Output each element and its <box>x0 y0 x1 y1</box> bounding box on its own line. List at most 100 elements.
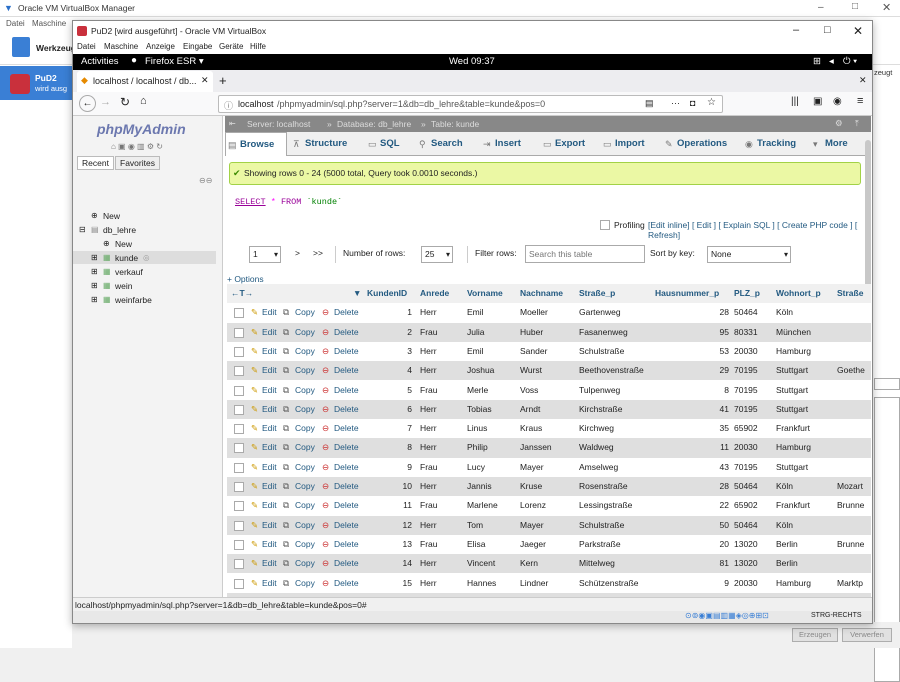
table-cell[interactable]: 95 <box>665 323 729 342</box>
table-cell[interactable]: 9 <box>665 574 729 593</box>
table-cell[interactable]: Kirchstraße <box>579 400 622 419</box>
power-icon[interactable]: ⏻ ▾ <box>843 56 857 67</box>
table-cell[interactable]: 10 <box>377 477 412 496</box>
row-checkbox[interactable] <box>234 327 244 338</box>
recent-tab[interactable]: Recent <box>77 156 114 170</box>
table-cell[interactable]: Lucy <box>467 458 485 477</box>
delete-link[interactable]: Delete <box>334 400 359 419</box>
table-cell[interactable]: Parkstraße <box>579 535 621 554</box>
pocket-icon[interactable]: ◘ <box>690 98 695 108</box>
column-header[interactable]: KundenID <box>367 284 407 303</box>
table-cell[interactable]: Stuttgart <box>776 400 808 419</box>
expand-icon[interactable]: ⊞ <box>91 281 98 290</box>
table-cell[interactable]: Marlene <box>467 496 498 515</box>
table-cell[interactable]: Herr <box>420 400 437 419</box>
table-cell[interactable]: Berlin <box>776 554 798 573</box>
table-cell[interactable]: 15 <box>377 574 412 593</box>
table-cell[interactable]: Rosenstraße <box>579 477 628 496</box>
table-cell[interactable]: Jaeger <box>520 535 546 554</box>
row-checkbox[interactable] <box>234 385 244 396</box>
close-tab-icon[interactable]: ✕ <box>201 75 209 86</box>
table-cell[interactable]: Köln <box>776 303 793 322</box>
table-cell[interactable]: Lessingstraße <box>579 496 632 515</box>
row-checkbox[interactable] <box>234 520 244 531</box>
rows-select[interactable]: 25 <box>421 246 453 263</box>
table-cell[interactable]: 50464 <box>734 516 758 535</box>
table-cell[interactable]: Lindner <box>520 574 548 593</box>
table-cell[interactable]: Kruse <box>520 477 542 496</box>
column-header[interactable]: Straße <box>837 284 863 303</box>
table-cell[interactable]: Mayer <box>520 458 544 477</box>
table-cell[interactable]: Brunne <box>837 535 864 554</box>
next-page-button[interactable]: > <box>295 248 300 258</box>
table-cell[interactable]: Hamburg <box>776 438 811 457</box>
column-header[interactable]: Wohnort_p <box>776 284 821 303</box>
table-cell[interactable]: Herr <box>420 554 437 573</box>
table-cell[interactable]: Berlin <box>776 535 798 554</box>
minimize-icon[interactable]: – <box>818 2 824 13</box>
table-cell[interactable]: Schützenstraße <box>579 574 639 593</box>
edit-link[interactable]: Edit <box>262 516 277 535</box>
page-actions-icon[interactable]: ··· <box>671 98 680 108</box>
table-cell[interactable]: Tom <box>467 516 483 535</box>
table-cell[interactable]: Huber <box>520 323 543 342</box>
expand-icon[interactable]: ⊞ <box>91 295 98 304</box>
tab-import[interactable]: ▭ Import <box>601 132 645 156</box>
copy-link[interactable]: Copy <box>295 554 315 573</box>
table-cell[interactable]: Frau <box>420 496 437 515</box>
vm-menu-maschine[interactable]: Maschine <box>104 42 138 51</box>
copy-link[interactable]: Copy <box>295 342 315 361</box>
table-cell[interactable]: Vincent <box>467 554 495 573</box>
vm-menu-eingabe[interactable]: Eingabe <box>183 42 212 51</box>
settings-gear-icon[interactable]: ⚙ <box>835 118 843 129</box>
table-cell[interactable]: Kern <box>520 554 538 573</box>
tab-search[interactable]: ⚲ Search <box>417 132 463 156</box>
pma-home-icons[interactable]: ⌂ ▣ ◉ ▥ ⚙ ↻ <box>111 142 163 151</box>
edit-link[interactable]: Edit <box>262 574 277 593</box>
tools-label[interactable]: Werkzeug <box>36 43 76 53</box>
table-cell[interactable]: Goethe <box>837 361 865 380</box>
table-cell[interactable]: Sander <box>520 342 547 361</box>
table-cell[interactable]: 28 <box>665 303 729 322</box>
table-cell[interactable]: 50 <box>665 516 729 535</box>
delete-link[interactable]: Delete <box>334 438 359 457</box>
last-page-button[interactable]: >> <box>313 248 323 258</box>
view-icon[interactable]: ◎ <box>143 253 150 262</box>
edit-link[interactable]: Edit <box>262 361 277 380</box>
query-links[interactable]: [Edit inline] [ Edit ] [ Explain SQL ] [… <box>648 220 865 240</box>
table-cell[interactable]: Waldweg <box>579 438 614 457</box>
table-cell[interactable]: Herr <box>420 477 437 496</box>
maximize-icon[interactable]: □ <box>852 1 858 12</box>
table-cell[interactable]: 1 <box>377 303 412 322</box>
edit-link[interactable]: Edit <box>262 438 277 457</box>
tree-new-table[interactable]: New <box>115 239 132 249</box>
tab-tracking[interactable]: ◉ Tracking <box>743 132 796 156</box>
table-cell[interactable]: 81 <box>665 554 729 573</box>
table-cell[interactable]: 70195 <box>734 400 758 419</box>
edit-link[interactable]: Edit <box>262 419 277 438</box>
close-icon[interactable]: ✕ <box>853 24 863 38</box>
table-cell[interactable]: Elisa <box>467 535 485 554</box>
table-cell[interactable]: Mittelweg <box>579 554 615 573</box>
delete-link[interactable]: Delete <box>334 496 359 515</box>
breadcrumb-database[interactable]: Database: db_lehre <box>337 119 411 129</box>
delete-link[interactable]: Delete <box>334 516 359 535</box>
row-checkbox[interactable] <box>234 424 244 435</box>
edit-link[interactable]: Edit <box>262 535 277 554</box>
edit-link[interactable]: Edit <box>262 323 277 342</box>
table-cell[interactable]: Herr <box>420 574 437 593</box>
table-cell[interactable]: 28 <box>665 477 729 496</box>
activities-button[interactable]: Activities <box>81 56 118 67</box>
edit-link[interactable]: Edit <box>262 303 277 322</box>
edit-link[interactable]: Edit <box>262 458 277 477</box>
options-toggle[interactable]: + Options <box>227 274 264 284</box>
host-vm-item[interactable]: PuD2 wird ausg <box>0 66 72 100</box>
table-cell[interactable]: 70195 <box>734 381 758 400</box>
edit-link[interactable]: Edit <box>262 496 277 515</box>
delete-link[interactable]: Delete <box>334 574 359 593</box>
copy-link[interactable]: Copy <box>295 574 315 593</box>
table-cell[interactable]: 2 <box>377 323 412 342</box>
table-cell[interactable]: Janssen <box>520 438 552 457</box>
table-cell[interactable]: 41 <box>665 400 729 419</box>
row-checkbox[interactable] <box>234 462 244 473</box>
